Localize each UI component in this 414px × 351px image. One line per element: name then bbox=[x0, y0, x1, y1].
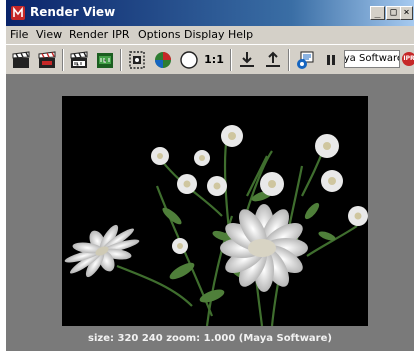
toolbar-separator bbox=[120, 49, 122, 71]
toolbar-separator bbox=[62, 49, 64, 71]
remove-image-icon[interactable] bbox=[262, 49, 284, 71]
menu-view[interactable]: View bbox=[36, 28, 62, 41]
toolbar: 1:1 Maya Software IPR bbox=[6, 44, 414, 74]
minimize-button[interactable]: _ bbox=[370, 6, 385, 20]
render-region-icon[interactable] bbox=[126, 49, 148, 71]
menu-options[interactable]: Options bbox=[138, 28, 180, 41]
rendered-image bbox=[62, 96, 368, 326]
menu-display[interactable]: Display bbox=[184, 28, 225, 41]
render-frame-icon[interactable] bbox=[10, 49, 32, 71]
status-readout: size: 320 240 zoom: 1.000 (Maya Software… bbox=[88, 333, 332, 344]
toolbar-separator bbox=[288, 49, 290, 71]
renderer-select[interactable]: Maya Software bbox=[344, 50, 400, 68]
menu-ipr[interactable]: IPR bbox=[112, 28, 130, 41]
refresh-ipr-icon[interactable] bbox=[94, 49, 116, 71]
redo-render-icon[interactable] bbox=[36, 49, 58, 71]
render-view-window: Render View _ □ × File View Render IPR O… bbox=[6, 0, 414, 351]
ipr-render-icon[interactable] bbox=[68, 49, 90, 71]
close-button[interactable]: × bbox=[400, 6, 413, 20]
title-bar: Render View _ □ × bbox=[6, 0, 414, 26]
pause-icon[interactable] bbox=[320, 49, 342, 71]
menu-help[interactable]: Help bbox=[228, 28, 253, 41]
renderer-value: Maya Software bbox=[344, 53, 400, 64]
maximize-button[interactable]: □ bbox=[386, 6, 401, 20]
menu-bar: File View Render IPR Options Display Hel… bbox=[6, 26, 414, 44]
render-settings-icon[interactable] bbox=[294, 49, 316, 71]
daisy-render-picture bbox=[64, 125, 368, 326]
menu-render[interactable]: Render bbox=[69, 28, 108, 41]
keep-image-icon[interactable] bbox=[236, 49, 258, 71]
menu-file[interactable]: File bbox=[10, 28, 28, 41]
maya-app-icon bbox=[11, 6, 25, 20]
rgb-channels-icon[interactable] bbox=[152, 49, 174, 71]
window-title: Render View bbox=[30, 5, 116, 19]
render-viewport: size: 320 240 zoom: 1.000 (Maya Software… bbox=[6, 74, 414, 351]
ipr-badge[interactable]: IPR bbox=[402, 52, 414, 66]
real-size-button[interactable]: 1:1 bbox=[202, 53, 226, 75]
toolbar-separator bbox=[230, 49, 232, 71]
alpha-channel-icon[interactable] bbox=[178, 49, 200, 71]
